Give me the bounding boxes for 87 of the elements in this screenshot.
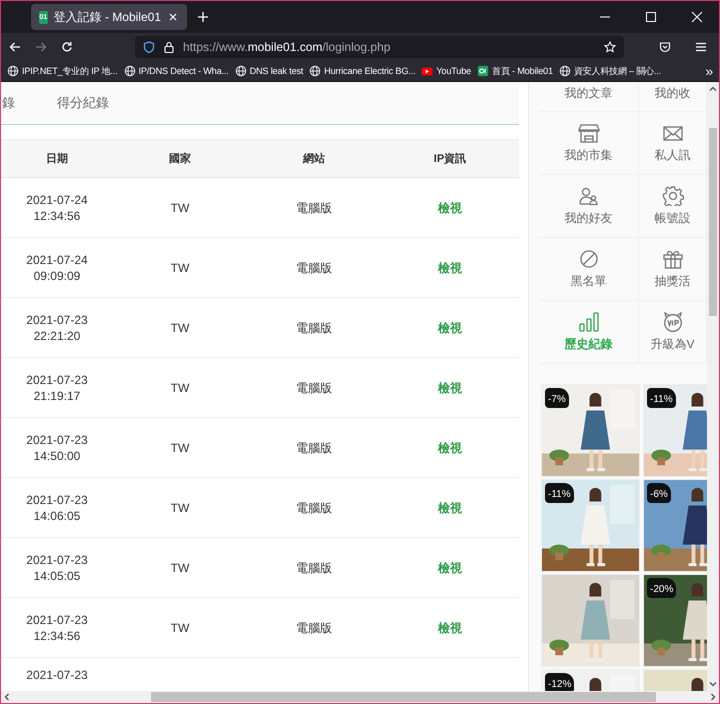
date-cell: 2021-07-23 12:34:56: [26, 612, 88, 644]
back-arrow-icon[interactable]: [9, 41, 21, 53]
reload-icon[interactable]: [61, 41, 73, 53]
horizontal-scrollbar-thumb[interactable]: [151, 692, 656, 702]
store-icon: [578, 122, 600, 142]
discount-tag: -11%: [647, 388, 676, 408]
view-link[interactable]: 檢視: [438, 380, 462, 396]
sidebar-menu-item[interactable]: 我的文章: [539, 82, 639, 112]
site-logo-icon: [477, 65, 490, 77]
country-cell: TW: [170, 620, 190, 636]
bookmark-link[interactable]: 資安人科技網 – 關心...: [558, 64, 661, 78]
bookmark-link[interactable]: IP/DNS Detect - Wha...: [124, 65, 229, 77]
maximize-icon[interactable]: [645, 11, 657, 23]
discount-tag: -7%: [545, 388, 569, 408]
sidebar-menu-item[interactable]: 歷史紀錄: [539, 301, 639, 364]
globe-icon: [558, 65, 571, 77]
country-cell: TW: [170, 440, 190, 456]
bookmark-link[interactable]: YouTube: [421, 65, 472, 77]
bar-chart-icon: [578, 312, 600, 332]
friends-icon: [578, 186, 600, 206]
date-cell: 2021-07-23 14:05:05: [26, 552, 88, 584]
gift-icon: [662, 248, 684, 268]
date-cell: 2021-07-23 22:21:20: [26, 312, 88, 344]
view-link[interactable]: 檢視: [438, 620, 462, 636]
column-header: 網站: [247, 140, 381, 178]
ban-icon: [578, 248, 600, 268]
site-cell: 電腦版: [296, 560, 332, 576]
gear-icon: [662, 186, 684, 206]
globe-icon: [7, 65, 19, 77]
bookmark-link[interactable]: IPIP.NET_专业的 IP 地...: [7, 64, 118, 78]
site-cell: 電腦版: [296, 260, 332, 276]
discount-tag: -11%: [545, 483, 574, 503]
close-icon[interactable]: [691, 11, 703, 23]
country-cell: TW: [170, 320, 190, 336]
shield-icon: [143, 41, 155, 53]
play-icon: [421, 65, 434, 77]
site-cell: 電腦版: [296, 440, 332, 456]
view-link[interactable]: 檢視: [438, 200, 462, 216]
url-text: https://www.mobile01.com/loginlog.php: [183, 40, 390, 54]
bookmark-link[interactable]: 首頁 - Mobile01: [477, 64, 553, 78]
site-cell: 電腦版: [296, 380, 332, 396]
globe-icon: [234, 65, 247, 77]
view-link[interactable]: 檢視: [438, 260, 462, 276]
vertical-scrollbar-thumb[interactable]: [709, 128, 717, 316]
star-icon[interactable]: [604, 41, 616, 53]
column-header: 國家: [113, 140, 247, 178]
site-cell: 電腦版: [296, 620, 332, 636]
country-cell: TW: [170, 380, 190, 396]
country-cell: TW: [170, 200, 190, 216]
address-bar[interactable]: https://www.mobile01.com/loginlog.php: [135, 36, 624, 58]
view-link[interactable]: 檢視: [438, 500, 462, 516]
discount-tag: -6%: [647, 483, 671, 503]
discount-tag: -12%: [545, 673, 574, 691]
country-cell: TW: [170, 560, 190, 576]
vip-cat-icon: [662, 312, 684, 332]
country-cell: TW: [170, 260, 190, 276]
sidebar-menu-item[interactable]: 我的市集: [539, 112, 639, 175]
section-tab[interactable]: 得分紀錄: [57, 94, 109, 112]
menu-icon[interactable]: [695, 41, 707, 53]
view-link[interactable]: 檢視: [438, 320, 462, 336]
date-cell: 2021-07-23 14:50:00: [26, 432, 88, 464]
lock-icon: [163, 41, 175, 53]
close-icon[interactable]: [167, 11, 179, 23]
bookmarks-overflow-button[interactable]: »: [705, 63, 713, 79]
view-link[interactable]: 檢視: [438, 440, 462, 456]
site-cell: 電腦版: [296, 320, 332, 336]
date-cell: 2021-07-23 21:19:17: [26, 372, 88, 404]
forward-arrow-icon[interactable]: [35, 41, 47, 53]
discount-tag: -20%: [647, 578, 676, 598]
section-tab[interactable]: 錄: [2, 94, 15, 112]
column-header: IP資訊: [381, 140, 519, 178]
site-cell: 電腦版: [296, 200, 332, 216]
bookmark-link[interactable]: Hurricane Electric BG...: [309, 65, 416, 77]
bookmark-link[interactable]: DNS leak test: [234, 65, 304, 77]
date-cell: 2021-07-23 14:06:05: [26, 492, 88, 524]
plus-icon[interactable]: [197, 11, 209, 23]
country-cell: TW: [170, 500, 190, 516]
globe-icon: [124, 65, 136, 77]
date-cell: 2021-07-23: [26, 667, 88, 683]
site-cell: 電腦版: [296, 500, 332, 516]
globe-icon: [309, 65, 322, 77]
sidebar-menu-item[interactable]: 黑名單: [539, 238, 639, 301]
sidebar-menu-item[interactable]: 我的好友: [539, 175, 639, 238]
date-cell: 2021-07-24 12:34:56: [26, 192, 88, 224]
column-header: 日期: [1, 140, 113, 178]
view-link[interactable]: 檢視: [438, 560, 462, 576]
date-cell: 2021-07-24 09:09:09: [26, 252, 88, 284]
